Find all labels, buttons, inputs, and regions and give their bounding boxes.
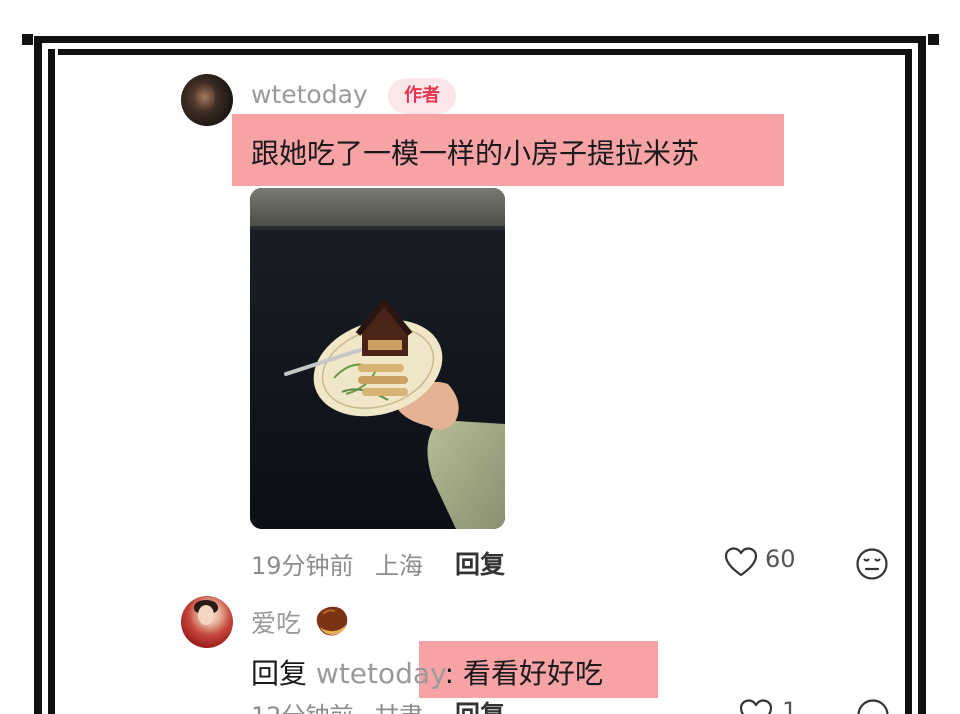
like-count: 60: [765, 545, 796, 573]
reply-username[interactable]: 爱吃: [251, 604, 301, 640]
reply-mention[interactable]: wtetoday: [316, 657, 445, 690]
reply-prefix: 回复: [251, 657, 308, 690]
reply-location: 甘肃: [375, 696, 423, 714]
comment-screenshot: wtetoday 作者 跟她吃了一模一样的小房子提拉米苏 19分钟前 上海 回复…: [0, 0, 960, 714]
avatar-highlight: [195, 84, 215, 110]
reply-like-count: 1: [782, 697, 798, 714]
reply-heart-icon[interactable]: [738, 698, 774, 714]
reply-text: : 看看好好吃: [444, 657, 603, 690]
reply-button[interactable]: 回复: [455, 545, 505, 581]
dislike-face-icon[interactable]: [855, 547, 889, 581]
comment-username[interactable]: wtetoday: [251, 80, 368, 109]
frame-left-outer: [34, 36, 42, 714]
reply-content: 回复 wtetoday: 看看好好吃: [251, 652, 603, 692]
frame-right-inner: [905, 49, 912, 714]
comment-location: 上海: [375, 552, 423, 580]
avatar[interactable]: [181, 74, 233, 126]
heart-icon[interactable]: [723, 546, 759, 578]
reply-dislike-face-icon[interactable]: [856, 698, 890, 714]
comment-photo[interactable]: [250, 188, 505, 529]
comment-text: 跟她吃了一模一样的小房子提拉米苏: [251, 137, 700, 170]
frame-top-inner: [58, 49, 908, 55]
reply-avatar[interactable]: [181, 596, 233, 648]
frame-corner-right: [928, 34, 939, 45]
frame-left-inner: [48, 49, 55, 714]
tiramisu-photo-illustration: [250, 188, 505, 529]
reply-time: 12分钟前: [251, 696, 354, 714]
frame-right-outer: [918, 36, 926, 714]
reply-reply-button[interactable]: 回复: [455, 695, 505, 714]
chestnut-icon: [316, 606, 348, 636]
author-badge: 作者: [388, 78, 456, 114]
frame-top-outer: [40, 36, 920, 43]
comment-time: 19分钟前: [251, 552, 354, 580]
frame-corner-left: [22, 34, 33, 45]
avatar-face: [198, 605, 214, 625]
